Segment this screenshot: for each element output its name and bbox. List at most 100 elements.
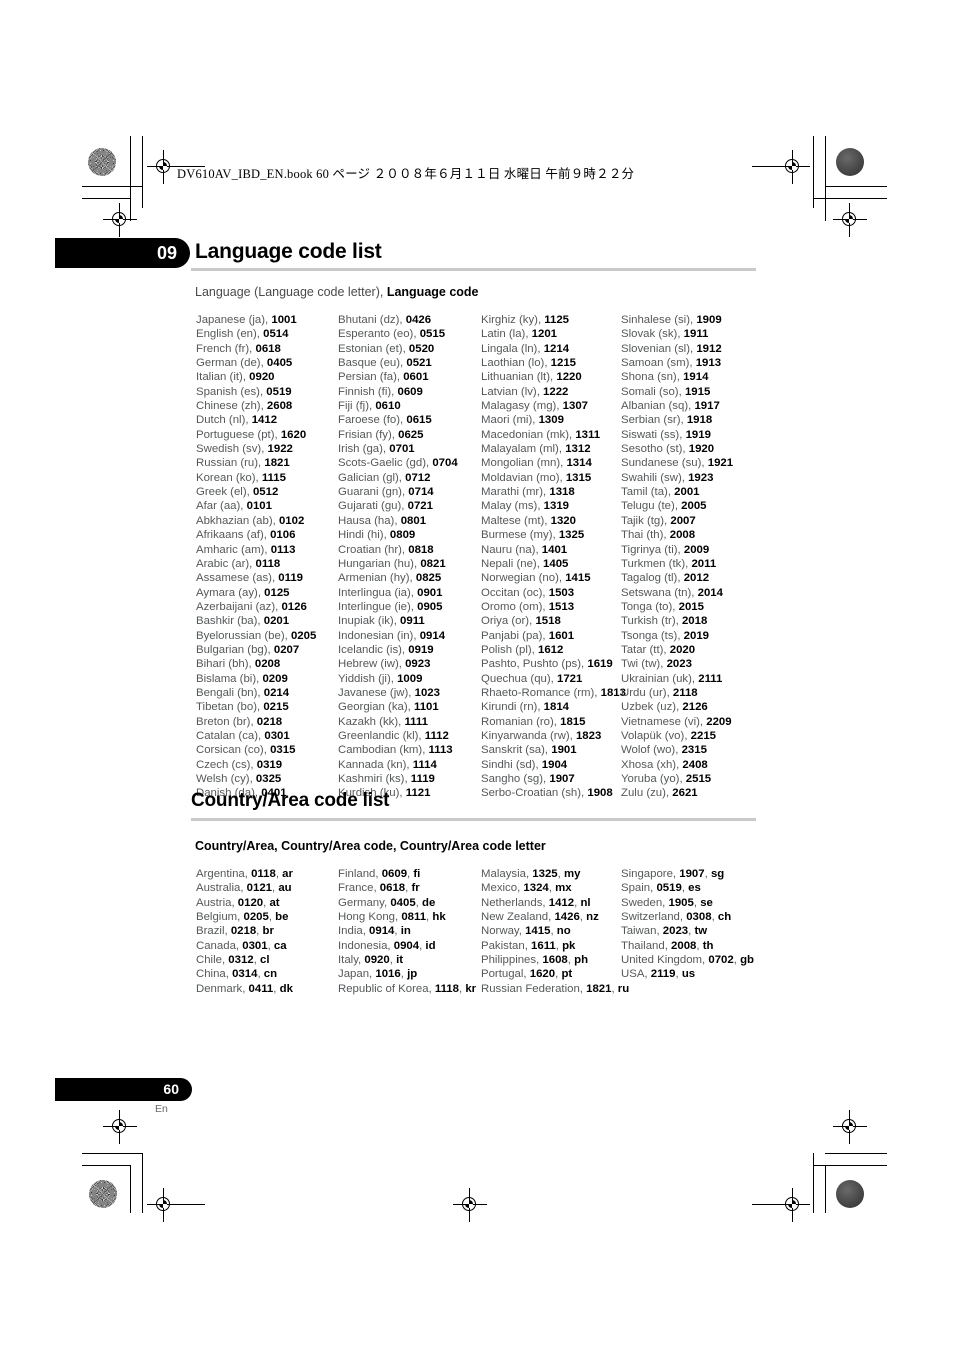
language-name: Sanskrit (sa), xyxy=(481,744,552,757)
country-code-value: 1118 xyxy=(434,982,459,995)
language-code-value: 0801 xyxy=(400,514,427,527)
country-code-entry: USA, 2119, us xyxy=(621,967,754,981)
language-code-entry: Interlingue (ie), 0905 xyxy=(338,600,458,614)
country-code-entry: Singapore, 1907, sg xyxy=(621,867,754,881)
language-code-entry: Persian (fa), 0601 xyxy=(338,370,458,384)
country-code-letter: ca xyxy=(273,939,287,952)
language-code-value: 0625 xyxy=(398,428,424,441)
language-code-value: 2408 xyxy=(682,758,708,771)
country-code-letter: ar xyxy=(282,868,293,880)
country-name: France, xyxy=(338,882,380,895)
language-code-entry: Kirundi (rn), 1814 xyxy=(481,700,626,714)
country-code-value: 0405 xyxy=(390,896,416,909)
language-code-value: 2011 xyxy=(691,557,717,570)
language-code-entry: Byelorussian (be), 0205 xyxy=(196,629,316,643)
language-code-entry: Occitan (oc), 1503 xyxy=(481,586,626,600)
country-code-value: 1821 xyxy=(586,982,612,995)
language-code-value: 1215 xyxy=(550,357,576,370)
country-code-entry: India, 0914, in xyxy=(338,924,476,938)
registration-mark-top-left xyxy=(147,150,205,184)
country-code-letter: no xyxy=(556,925,571,938)
language-code-entry: Croatian (hr), 0818 xyxy=(338,543,458,557)
language-code-value: 1814 xyxy=(543,701,570,714)
language-code-entry: Inupiak (ik), 0911 xyxy=(338,614,458,628)
language-code-entry: Breton (br), 0218 xyxy=(196,715,316,729)
language-code-entry: Interlingua (ia), 0901 xyxy=(338,586,458,600)
country-code-letter: sg xyxy=(710,868,725,880)
language-code-entry: Uzbek (uz), 2126 xyxy=(621,700,733,714)
language-code-value: 2018 xyxy=(681,615,708,628)
language-name: Latvian (lv), xyxy=(481,385,544,398)
country-code-value: 1016 xyxy=(375,968,401,981)
language-code-value: 1911 xyxy=(683,328,709,341)
language-name: Esperanto (eo), xyxy=(338,328,420,341)
language-code-value: 1907 xyxy=(549,773,575,785)
country-name: Switzerland, xyxy=(621,911,687,924)
language-code-entry: Fiji (fj), 0610 xyxy=(338,399,458,413)
language-code-value: 1121 xyxy=(405,787,431,800)
language-code-entry: Armenian (hy), 0825 xyxy=(338,571,458,585)
country-code-letter: cl xyxy=(259,954,270,967)
language-name: Aymara (ay), xyxy=(196,586,265,599)
country-code-entry: Switzerland, 0308, ch xyxy=(621,910,754,924)
crop-line xyxy=(142,136,143,208)
country-code-letter: nz xyxy=(586,911,599,924)
country-code-letter: at xyxy=(269,896,280,909)
language-code-entry: Macedonian (mk), 1311 xyxy=(481,428,626,442)
language-code-value: 0201 xyxy=(263,615,290,628)
country-code-value: 1905 xyxy=(668,896,694,909)
language-code-value: 1918 xyxy=(686,414,713,427)
country-code-entry: Malaysia, 1325, my xyxy=(481,867,629,881)
language-name: Samoan (sm), xyxy=(621,357,696,370)
language-code-entry: Lithuanian (lt), 1220 xyxy=(481,370,626,384)
language-name: Nauru (na), xyxy=(481,543,542,556)
language-code-entry: Greek (el), 0512 xyxy=(196,485,316,499)
language-code-entry: Korean (ko), 1115 xyxy=(196,471,316,485)
language-code-value: 0809 xyxy=(389,529,416,542)
country-code-letter: mx xyxy=(555,882,572,895)
country-code-letter: th xyxy=(702,939,714,952)
language-code-entry: Tajik (tg), 2007 xyxy=(621,514,733,528)
language-code-entry: Afrikaans (af), 0106 xyxy=(196,528,316,542)
language-name: Hausa (ha), xyxy=(338,514,401,527)
country-code-entry: Austria, 0120, at xyxy=(196,896,293,910)
language-name: Dutch (nl), xyxy=(196,414,252,427)
language-code-value: 1111 xyxy=(404,715,428,728)
language-name: Interlingue (ie), xyxy=(338,600,418,613)
language-code-entry: Ukrainian (uk), 2111 xyxy=(621,672,733,686)
country-name: Republic of Korea, xyxy=(338,982,435,995)
language-code-entry: Turkish (tr), 2018 xyxy=(621,614,733,628)
language-code-value: 0521 xyxy=(406,357,432,370)
language-name: Nepali (ne), xyxy=(481,557,544,570)
country-name: United Kingdom, xyxy=(621,954,709,967)
language-name: Slovenian (sl), xyxy=(621,342,697,355)
language-code-value: 1009 xyxy=(397,672,423,685)
country-name: Belgium, xyxy=(196,911,244,924)
language-code-value: 0712 xyxy=(405,471,431,484)
language-name: Bengali (bn), xyxy=(196,686,264,699)
country-code-letter: nl xyxy=(580,896,591,909)
country-code-value: 1324 xyxy=(523,882,549,895)
country-code-entry: United Kingdom, 0702, gb xyxy=(621,953,754,967)
language-code-entry: Malagasy (mg), 1307 xyxy=(481,399,626,413)
country-name: Philippines, xyxy=(481,954,543,967)
country-code-letter: pk xyxy=(562,939,576,952)
language-code-entry: Sesotho (st), 1920 xyxy=(621,442,733,456)
country-code-letter: us xyxy=(681,968,696,981)
print-slug-line: DV610AV_IBD_EN.book 60 ページ ２００８年６月１１日 水曜… xyxy=(177,167,635,181)
language-code-value: 1913 xyxy=(695,357,722,370)
country-code-value: 0411 xyxy=(248,982,274,995)
language-code-value: 0704 xyxy=(432,457,458,470)
language-name: Kashmiri (ks), xyxy=(338,773,411,785)
language-code-value: 0126 xyxy=(281,600,307,613)
language-name: Mongolian (mn), xyxy=(481,457,567,470)
language-code-value: 0512 xyxy=(252,486,279,499)
language-name: Byelorussian (be), xyxy=(196,629,291,642)
language-code-entry: Albanian (sq), 1917 xyxy=(621,399,733,413)
country-code-entry: Spain, 0519, es xyxy=(621,881,754,895)
language-code-entry: Catalan (ca), 0301 xyxy=(196,729,316,743)
country-code-letter: kr xyxy=(465,982,477,995)
country-code-value: 1608 xyxy=(542,954,568,967)
language-code-entry: Basque (eu), 0521 xyxy=(338,356,458,370)
language-code-entry: Arabic (ar), 0118 xyxy=(196,557,316,571)
